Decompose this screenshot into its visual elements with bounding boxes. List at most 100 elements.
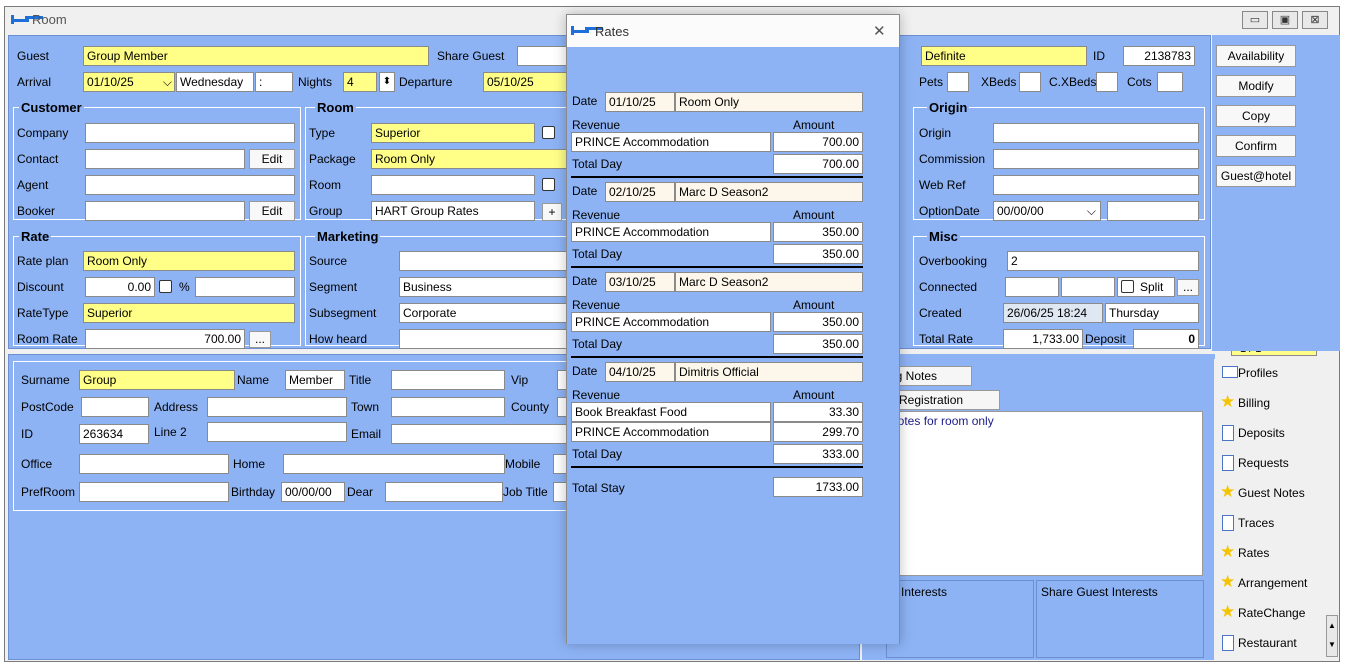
roomrate-more-button[interactable]: ... (249, 331, 271, 348)
optiondate-field[interactable]: 00/00/00 ⌵ (993, 201, 1101, 221)
nights-spinner[interactable]: ⬍ (379, 72, 395, 92)
birthday-field[interactable]: 00/00/00 (281, 482, 345, 502)
nights-field[interactable]: 4 (343, 72, 377, 92)
copy-button[interactable]: Copy (1216, 105, 1296, 127)
cots-field[interactable] (1157, 72, 1183, 92)
split-checkbox[interactable] (1121, 280, 1134, 293)
discount-extra-field[interactable] (195, 277, 295, 297)
connected-field-2[interactable] (1061, 277, 1115, 297)
dear-field[interactable] (385, 482, 503, 502)
booker-field[interactable] (85, 201, 245, 221)
room-type-checkbox[interactable] (542, 126, 555, 139)
rateplan-field[interactable]: Room Only (83, 251, 295, 271)
list-item-profiles[interactable]: Profiles (1214, 359, 1332, 387)
cxbeds-field[interactable] (1096, 72, 1118, 92)
maximize-button[interactable]: ▣ (1272, 11, 1298, 29)
source-field[interactable] (399, 251, 567, 271)
list-item-label: Restaurant (1238, 636, 1297, 650)
registration-button[interactable]: e Registration (886, 390, 1000, 410)
title-label: Title (349, 373, 372, 387)
room-number-field[interactable] (371, 175, 535, 195)
list-item-requests[interactable]: Requests (1214, 449, 1332, 477)
name-field[interactable]: Member (285, 370, 345, 390)
pets-field[interactable] (947, 72, 969, 92)
title-field[interactable] (391, 370, 505, 390)
vip-label: Vip (511, 373, 529, 387)
close-icon[interactable]: ✕ (873, 22, 886, 40)
discount-field[interactable]: 0.00 (85, 277, 155, 297)
share-interests-box[interactable]: Share Guest Interests (1036, 580, 1204, 658)
address-field[interactable] (207, 397, 347, 417)
group-field[interactable]: HART Group Rates (371, 201, 535, 221)
subsegment-field[interactable]: Corporate (399, 303, 567, 323)
booker-edit-button[interactable]: Edit (249, 201, 295, 221)
availability-button[interactable]: Availability (1216, 45, 1296, 67)
total-day-field: 700.00 (773, 154, 863, 174)
list-item-label: Deposits (1238, 426, 1285, 440)
arrival-time-field[interactable]: : (255, 72, 293, 92)
segment-field[interactable]: Business (399, 277, 567, 297)
guest-field[interactable]: Group Member (83, 46, 429, 66)
totalrate-field: 1,733.00 (1003, 329, 1083, 349)
list-item-traces[interactable]: Traces (1214, 509, 1332, 537)
email-field[interactable] (391, 424, 569, 444)
function-list: Profiles ★ Billing Deposits Requests ★ Gue… (1214, 359, 1338, 661)
office-field[interactable] (79, 454, 229, 474)
revenue-item-amount: 700.00 (773, 132, 863, 152)
share-guest-field[interactable] (517, 46, 569, 66)
rate-plan-field: Room Only (675, 92, 863, 112)
xbeds-field[interactable] (1019, 72, 1041, 92)
package-field[interactable]: Room Only (371, 149, 569, 169)
home-field[interactable] (283, 454, 505, 474)
list-item-rates[interactable]: ★ Rates (1214, 539, 1332, 567)
ratetype-field[interactable]: Superior (83, 303, 295, 323)
optiondate-extra-field[interactable] (1107, 201, 1199, 221)
chevron-down-icon[interactable]: ⌵ (163, 73, 172, 91)
surname-field[interactable]: Group (79, 370, 235, 390)
howheard-field[interactable] (399, 329, 567, 349)
company-field[interactable] (85, 123, 295, 143)
list-item-deposits[interactable]: Deposits (1214, 419, 1332, 447)
list-item-guest-notes[interactable]: ★ Guest Notes (1214, 479, 1332, 507)
connected-more-button[interactable]: ... (1177, 279, 1199, 296)
minimize-button[interactable]: ▭ (1242, 11, 1268, 29)
modify-button[interactable]: Modify (1216, 75, 1296, 97)
room-checkbox[interactable] (542, 178, 555, 191)
total-day-field: 350.00 (773, 334, 863, 354)
created-field: 26/06/25 18:24 (1003, 303, 1103, 323)
agent-field[interactable] (85, 175, 295, 195)
guest-hotel-button[interactable]: Guest@hotel (1216, 165, 1296, 187)
chevron-down-icon[interactable]: ⌵ (1087, 202, 1096, 220)
split-field: Split (1117, 277, 1175, 297)
contact-edit-button[interactable]: Edit (249, 149, 295, 169)
discount-percent-checkbox[interactable] (159, 280, 172, 293)
connected-field-1[interactable] (1005, 277, 1059, 297)
overbooking-field[interactable]: 2 (1007, 251, 1199, 271)
interests-box[interactable]: Interests (886, 580, 1034, 658)
status-field[interactable]: Definite (921, 46, 1087, 66)
postcode-field[interactable] (81, 397, 149, 417)
commission-field[interactable] (993, 149, 1199, 169)
notes-textarea[interactable]: notes for room only (886, 411, 1203, 576)
roomrate-field[interactable]: 700.00 (85, 329, 245, 349)
list-scrollbar[interactable]: ▲ ▼ (1326, 615, 1338, 657)
group-add-button[interactable]: + (542, 203, 562, 221)
revenue-item-amount: 350.00 (773, 222, 863, 242)
confirm-button[interactable]: Confirm (1216, 135, 1296, 157)
contact-field[interactable] (85, 149, 245, 169)
line2-field[interactable] (207, 422, 347, 442)
departure-field[interactable]: 05/10/25 (483, 72, 569, 92)
prefroom-field[interactable] (79, 482, 229, 502)
list-item-label: RateChange (1238, 606, 1306, 620)
webref-field[interactable] (993, 175, 1199, 195)
list-item-billing[interactable]: ★ Billing (1214, 389, 1332, 417)
origin-field[interactable] (993, 123, 1199, 143)
home-label: Home (233, 457, 266, 471)
close-button[interactable]: ⊠ (1302, 11, 1328, 29)
arrival-date-field[interactable]: 01/10/25 ⌵ (83, 72, 175, 92)
list-item-arrangement[interactable]: ★ Arrangement (1214, 569, 1332, 597)
room-type-field[interactable]: Superior (371, 123, 535, 143)
list-item-ratechange[interactable]: ★ RateChange (1214, 599, 1332, 627)
list-item-restaurant[interactable]: Restaurant (1214, 629, 1332, 657)
town-field[interactable] (391, 397, 505, 417)
